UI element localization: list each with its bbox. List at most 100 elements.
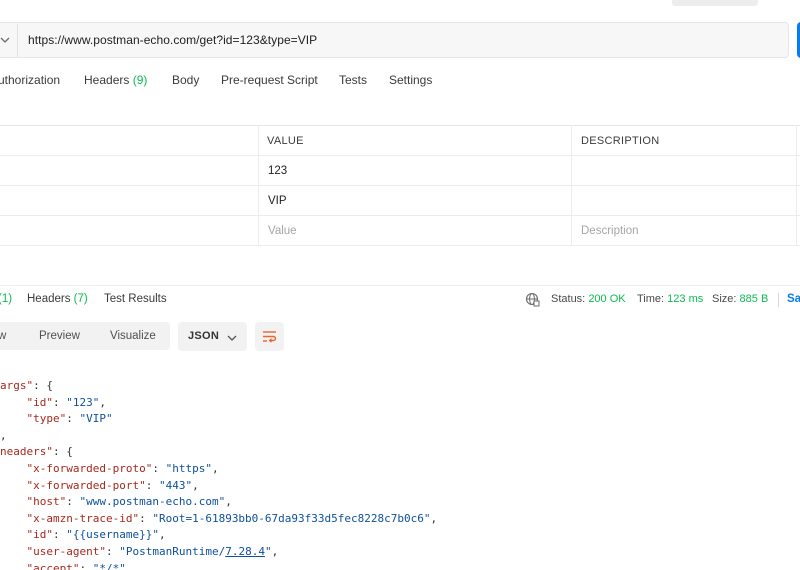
json-value: " <box>264 544 272 558</box>
method-chevron-down-icon[interactable] <box>0 34 12 46</box>
json-key: neaders" <box>0 445 53 459</box>
json-punctuation: , <box>211 461 219 475</box>
code-line: "user-agent": "PostmanRuntime/7.28.4", <box>0 544 800 561</box>
tab-headers[interactable]: Headers (9) <box>84 73 147 87</box>
network-globe-icon[interactable] <box>525 292 540 307</box>
url-bar: https://www.postman-echo.com/get?id=123&… <box>0 22 789 58</box>
top-action-button[interactable] <box>672 0 758 6</box>
save-response-button[interactable]: Sa <box>787 293 800 305</box>
json-key: "x-amzn-trace-id" <box>26 511 140 525</box>
json-key: "accept" <box>26 561 80 570</box>
json-value: "www.postman-echo.com" <box>79 495 226 509</box>
json-value: "123" <box>66 395 100 409</box>
json-punctuation: : <box>145 478 159 492</box>
format-select-value: JSON <box>188 330 220 342</box>
json-value: "{{username}}" <box>66 528 159 542</box>
tab-cookies[interactable]: (1) <box>0 293 12 305</box>
description-column-header: DESCRIPTION <box>581 135 660 147</box>
json-punctuation: : <box>53 395 67 409</box>
view-pretty-button[interactable]: w <box>0 322 6 350</box>
tab-test-results[interactable]: Test Results <box>104 293 167 305</box>
json-punctuation: : <box>139 511 153 525</box>
code-line: "accept": "*/*", <box>0 561 800 570</box>
wrap-lines-button[interactable] <box>255 322 284 351</box>
params-table: VALUE DESCRIPTION 123 VIP Value Descript… <box>0 125 800 247</box>
description-placeholder[interactable]: Description <box>581 216 639 246</box>
json-key: "x-forwarded-port" <box>26 478 146 492</box>
status-value: 200 OK <box>588 293 626 305</box>
value-placeholder[interactable]: Value <box>268 216 297 246</box>
code-line: "id": "{{username}}", <box>0 527 800 544</box>
json-punctuation: : <box>152 461 166 475</box>
code-line: , <box>0 428 800 445</box>
params-header-row: VALUE DESCRIPTION <box>0 126 800 156</box>
table-row-empty[interactable]: Value Description <box>0 216 800 246</box>
json-value: "https" <box>165 461 212 475</box>
code-line: "type": "VIP" <box>0 411 800 428</box>
response-tabs: (1) Headers (7) Test Results Status: 200… <box>0 292 800 309</box>
status-info[interactable]: Status: 200 OK <box>551 293 626 305</box>
json-key: "host" <box>26 495 67 509</box>
json-value: "*/*" <box>92 561 126 570</box>
column-divider[interactable] <box>796 125 797 246</box>
code-line: args": { <box>0 378 800 395</box>
json-punctuation: , <box>271 544 279 558</box>
json-punctuation <box>0 396 27 409</box>
url-input[interactable]: https://www.postman-echo.com/get?id=123&… <box>28 33 317 47</box>
table-row[interactable]: 123 <box>0 156 800 186</box>
json-punctuation: , <box>125 561 133 570</box>
json-punctuation: : <box>66 412 80 426</box>
format-select[interactable]: JSON <box>178 322 247 351</box>
code-line: "host": "www.postman-echo.com", <box>0 494 800 511</box>
json-value: 7.28.4 <box>225 544 265 558</box>
view-visualize-button[interactable]: Visualize <box>110 322 156 350</box>
view-mode-segment: w Preview Visualize <box>0 322 170 350</box>
json-key: "id" <box>26 528 54 542</box>
tab-authorization[interactable]: uthorization <box>0 73 60 87</box>
json-punctuation: : <box>53 528 67 542</box>
json-key: "id" <box>26 395 54 409</box>
column-divider[interactable] <box>258 125 259 246</box>
time-info[interactable]: Time: 123 ms <box>637 293 703 305</box>
json-punctuation: : <box>105 544 120 558</box>
json-value: "Root=1-61893bb0-67da93f33d5fec8228c7b0c… <box>152 511 431 525</box>
response-body-code[interactable]: args": { "id": "123", "type": "VIP", nead… <box>0 378 800 570</box>
time-value: 123 ms <box>667 293 704 305</box>
json-punctuation: , <box>192 478 199 492</box>
code-line: "x-amzn-trace-id": "Root=1-61893bb0-67da… <box>0 511 800 528</box>
json-punctuation: , <box>99 395 106 409</box>
json-key: "x-forwarded-proto" <box>26 461 153 475</box>
tab-tests[interactable]: Tests <box>339 73 367 87</box>
json-punctuation: : <box>79 561 93 570</box>
request-tabs: uthorization Headers (9) Body Pre-reques… <box>0 73 800 91</box>
tab-settings[interactable]: Settings <box>389 73 432 87</box>
chevron-down-icon <box>226 331 238 343</box>
tab-body[interactable]: Body <box>172 73 199 87</box>
tab-response-headers[interactable]: Headers (7) <box>27 293 88 305</box>
column-divider[interactable] <box>571 125 572 246</box>
json-key: "user-agent" <box>26 544 106 558</box>
code-line: "id": "123", <box>0 395 800 412</box>
json-punctuation: : { <box>33 379 53 392</box>
headers-count: (9) <box>132 73 148 87</box>
code-line: "x-forwarded-port": "443", <box>0 478 800 495</box>
json-punctuation <box>0 412 27 425</box>
size-info[interactable]: Size: 885 B <box>712 293 768 305</box>
top-bar <box>0 0 800 14</box>
response-divider[interactable] <box>0 285 800 286</box>
view-preview-button[interactable]: Preview <box>39 322 80 350</box>
json-punctuation: , <box>158 528 166 542</box>
status-divider <box>778 293 779 307</box>
value-column-header: VALUE <box>267 135 304 147</box>
code-line: "x-forwarded-proto": "https", <box>0 461 800 478</box>
json-punctuation <box>0 528 27 541</box>
tab-pre-request-script[interactable]: Pre-request Script <box>221 73 318 87</box>
json-punctuation: , <box>0 428 7 442</box>
json-key: "type" <box>26 412 67 426</box>
param-value[interactable]: 123 <box>268 156 287 186</box>
table-row[interactable]: VIP <box>0 186 800 216</box>
code-line: neaders": { <box>0 444 800 461</box>
size-value: 885 B <box>739 293 769 305</box>
json-punctuation: , <box>430 511 438 525</box>
param-value[interactable]: VIP <box>268 186 287 216</box>
